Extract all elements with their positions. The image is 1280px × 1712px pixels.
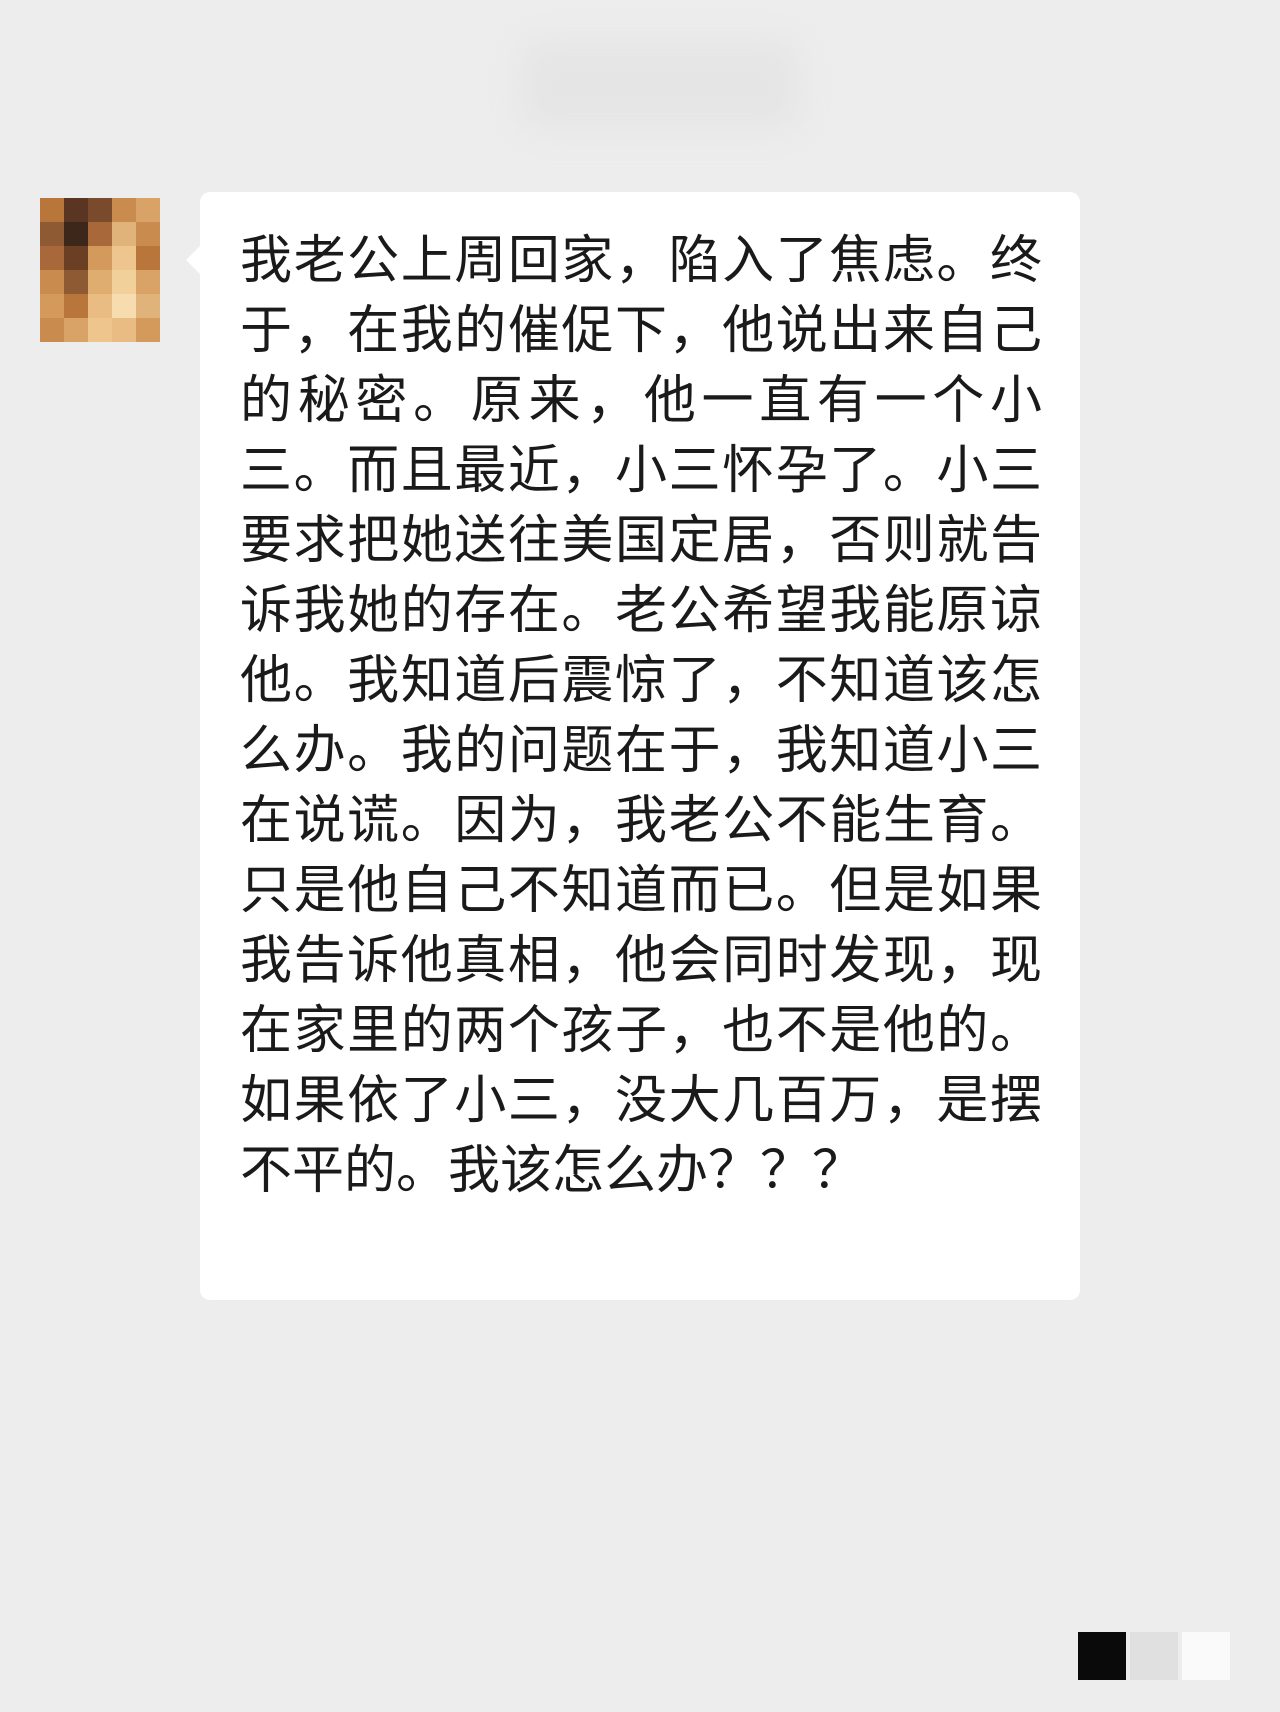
avatar-pixel: [112, 246, 136, 270]
corner-square: [1182, 1632, 1230, 1680]
message-text: 我老公上周回家，陷入了焦虑。终于，在我的催促下，他说出来自己的秘密。原来，他一直…: [240, 231, 1042, 1201]
avatar-pixel: [112, 222, 136, 246]
avatar[interactable]: [40, 198, 160, 342]
avatar-pixel: [88, 198, 112, 222]
avatar-pixel: [112, 294, 136, 318]
avatar-pixel: [88, 270, 112, 294]
avatar-pixel: [40, 246, 64, 270]
avatar-pixel: [40, 198, 64, 222]
avatar-pixel: [64, 294, 88, 318]
avatar-pixel: [40, 318, 64, 342]
avatar-pixel: [136, 246, 160, 270]
avatar-pixel: [88, 246, 112, 270]
avatar-pixel: [88, 222, 112, 246]
blurred-header: [520, 40, 800, 130]
corner-square: [1078, 1632, 1126, 1680]
avatar-pixel: [136, 222, 160, 246]
avatar-pixel: [136, 270, 160, 294]
avatar-pixel: [112, 198, 136, 222]
avatar-pixel: [88, 294, 112, 318]
avatar-pixel: [40, 270, 64, 294]
avatar-pixel: [64, 270, 88, 294]
avatar-pixel: [88, 318, 112, 342]
avatar-pixel: [64, 198, 88, 222]
avatar-pixel: [136, 294, 160, 318]
avatar-pixel: [40, 294, 64, 318]
avatar-pixel: [136, 198, 160, 222]
avatar-pixel: [64, 222, 88, 246]
avatar-pixel: [136, 318, 160, 342]
avatar-pixel: [112, 318, 136, 342]
avatar-pixel: [64, 318, 88, 342]
avatar-pixel: [40, 222, 64, 246]
corner-square: [1130, 1632, 1178, 1680]
avatar-pixel: [64, 246, 88, 270]
corner-watermark: [1078, 1632, 1230, 1680]
avatar-pixel: [112, 270, 136, 294]
message-bubble[interactable]: 我老公上周回家，陷入了焦虑。终于，在我的催促下，他说出来自己的秘密。原来，他一直…: [186, 192, 1080, 1300]
